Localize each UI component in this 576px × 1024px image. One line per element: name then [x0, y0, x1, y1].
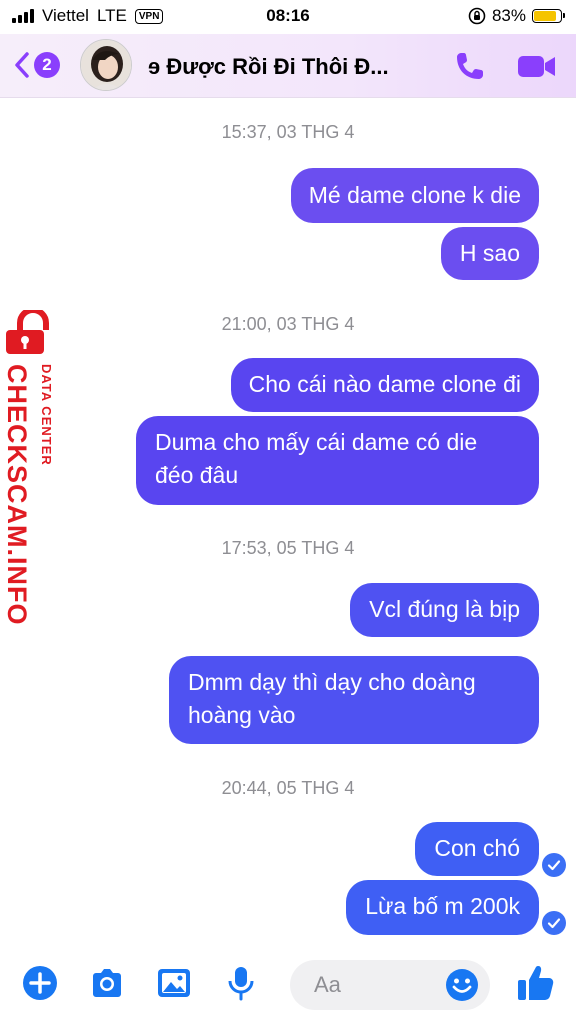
emoji-icon[interactable] — [444, 967, 480, 1003]
timestamp: 20:44, 05 THG 4 — [221, 778, 355, 798]
message-input[interactable]: Aa — [290, 960, 490, 1010]
seen-check-icon — [542, 911, 566, 935]
back-button[interactable]: 2 — [12, 50, 60, 80]
microphone-icon[interactable] — [222, 964, 260, 1002]
message-line: hoàng vào — [188, 702, 296, 728]
message-bubble[interactable]: Lừa bố m 200k — [346, 880, 539, 935]
camera-icon[interactable] — [88, 964, 126, 1002]
seen-check-icon — [542, 853, 566, 877]
status-bar: Viettel LTE VPN 08:16 83% — [0, 0, 576, 34]
message-bubble[interactable]: Dmm dạy thì dạy cho doàng hoàng vào — [169, 656, 539, 744]
chat-header: 2 ɘ Được Rồi Đi Thôi Đ... — [0, 34, 576, 98]
phone-call-icon[interactable] — [452, 48, 488, 84]
timestamp: 15:37, 03 THG 4 — [221, 122, 355, 142]
conversation-title[interactable]: ɘ Được Rồi Đi Thôi Đ... — [148, 54, 438, 80]
timestamp: 17:53, 05 THG 4 — [221, 538, 355, 558]
composer-bar: Aa — [0, 948, 576, 1024]
message-line: Duma cho mấy cái dame có die — [155, 429, 478, 455]
chevron-left-icon — [15, 52, 29, 78]
watermark-brand: CHECKSCAM.INFO — [2, 364, 32, 626]
thumbs-up-icon[interactable] — [514, 962, 556, 1004]
status-right: 83% — [468, 6, 565, 26]
video-call-icon[interactable] — [516, 48, 558, 84]
message-input-placeholder: Aa — [314, 972, 341, 997]
battery-percent: 83% — [491, 6, 526, 25]
message-line: đéo đâu — [155, 462, 239, 488]
orientation-lock-icon — [468, 7, 486, 25]
message-bubble[interactable]: Cho cái nào dame clone đi — [230, 358, 539, 412]
avatar[interactable] — [80, 39, 132, 91]
timestamp: 21:00, 03 THG 4 — [221, 314, 355, 334]
image-icon[interactable] — [155, 964, 193, 1002]
message-bubble[interactable]: Vcl đúng là bịp — [350, 583, 539, 637]
message-bubble[interactable]: Mé dame clone k die — [290, 168, 539, 223]
plus-icon[interactable] — [21, 964, 59, 1002]
watermark-subtitle: DATA CENTER — [39, 364, 54, 466]
battery-icon — [532, 9, 565, 23]
unread-badge: 2 — [34, 52, 60, 78]
message-bubble[interactable]: H sao — [440, 227, 539, 280]
message-bubble[interactable]: Duma cho mấy cái dame có die đéo đâu — [136, 416, 539, 505]
message-bubble[interactable]: Con chó — [415, 822, 539, 876]
message-line: Dmm dạy thì dạy cho doàng — [188, 669, 476, 695]
